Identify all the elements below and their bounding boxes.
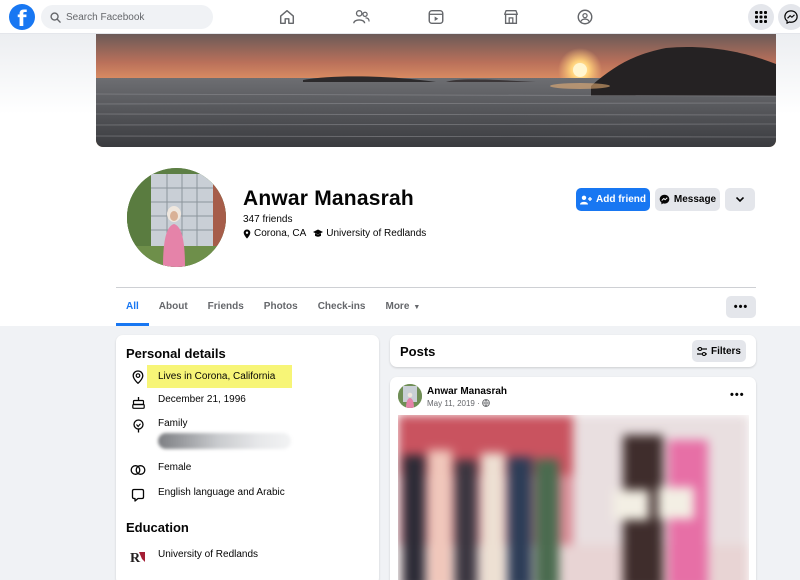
tab-friends[interactable]: Friends <box>198 290 254 325</box>
profile-tabs: All About Friends Photos Check-ins More ▼ <box>116 290 430 326</box>
speech-bubble-icon <box>130 487 146 503</box>
add-friend-button[interactable]: Add friend <box>576 188 650 211</box>
post-card: Anwar Manasrah May 11, 2019 · ••• <box>390 377 756 580</box>
cover-photo[interactable] <box>96 34 776 147</box>
friends-count[interactable]: 347 friends <box>243 214 292 225</box>
lives-in-text: Lives in Corona, California <box>158 371 276 382</box>
posts-header-card: Posts Filters <box>390 335 756 367</box>
tabs-more-button[interactable]: ••• <box>726 296 756 318</box>
search-icon <box>50 11 61 23</box>
location-pin-icon <box>243 229 251 238</box>
top-navigation-bar: f <box>0 0 800 34</box>
watch-icon[interactable] <box>427 8 445 26</box>
add-person-icon <box>580 195 592 204</box>
gender-icon <box>130 462 146 478</box>
home-icon[interactable] <box>278 8 296 26</box>
filters-label: Filters <box>710 345 741 357</box>
profile-intro-row: Corona, CA University of Redlands <box>243 228 426 239</box>
tab-check-ins[interactable]: Check-ins <box>308 290 376 325</box>
languages-text: English language and Arabic <box>158 487 285 498</box>
chevron-down-icon <box>736 197 744 202</box>
header-divider <box>116 287 756 288</box>
groups-icon[interactable] <box>576 8 594 26</box>
tab-photos[interactable]: Photos <box>254 290 308 325</box>
family-member-blurred <box>158 433 291 449</box>
more-options-button[interactable] <box>725 188 755 211</box>
add-friend-label: Add friend <box>596 194 646 205</box>
post-author-avatar[interactable] <box>398 384 422 408</box>
post-options-icon[interactable]: ••• <box>730 389 745 401</box>
caret-down-icon: ▼ <box>413 304 421 311</box>
profile-location: Corona, CA <box>254 228 307 239</box>
location-pin-icon <box>130 369 146 385</box>
education-school-text[interactable]: University of Redlands <box>158 549 258 560</box>
friends-icon[interactable] <box>352 8 370 26</box>
tab-about[interactable]: About <box>149 290 198 325</box>
filters-button[interactable]: Filters <box>692 340 746 362</box>
posts-title: Posts <box>400 344 436 359</box>
messenger-icon <box>659 194 670 205</box>
education-title: Education <box>126 520 189 535</box>
filters-icon <box>696 346 707 356</box>
post-date[interactable]: May 11, 2019 · <box>427 399 490 408</box>
profile-name: Anwar Manasrah <box>243 187 414 210</box>
family-tree-icon <box>130 418 146 434</box>
globe-icon <box>482 399 490 407</box>
family-label: Family <box>158 418 188 429</box>
svg-text:R: R <box>130 551 141 564</box>
graduation-cap-icon <box>313 229 324 237</box>
message-button[interactable]: Message <box>655 188 720 211</box>
messenger-icon <box>784 10 798 24</box>
university-logo-icon: R <box>130 549 146 565</box>
menu-button[interactable] <box>748 4 774 30</box>
tab-all[interactable]: All <box>116 290 149 326</box>
post-photo-blurred[interactable] <box>398 415 749 580</box>
post-author-name[interactable]: Anwar Manasrah <box>427 386 507 397</box>
menu-grid-icon <box>755 11 767 23</box>
messenger-button[interactable] <box>778 4 800 30</box>
gender-text: Female <box>158 462 192 473</box>
search-input[interactable] <box>66 11 206 23</box>
profile-avatar[interactable] <box>124 165 229 270</box>
tab-more[interactable]: More ▼ <box>375 290 430 325</box>
marketplace-icon[interactable] <box>502 8 520 26</box>
birthday-text: December 21, 1996 <box>158 394 246 405</box>
cake-icon <box>130 394 146 410</box>
message-label: Message <box>673 194 717 205</box>
more-dots-icon: ••• <box>733 301 749 313</box>
personal-details-title: Personal details <box>126 346 226 361</box>
search-box[interactable] <box>41 5 213 29</box>
profile-school: University of Redlands <box>326 228 427 239</box>
facebook-logo[interactable]: f <box>9 4 35 30</box>
